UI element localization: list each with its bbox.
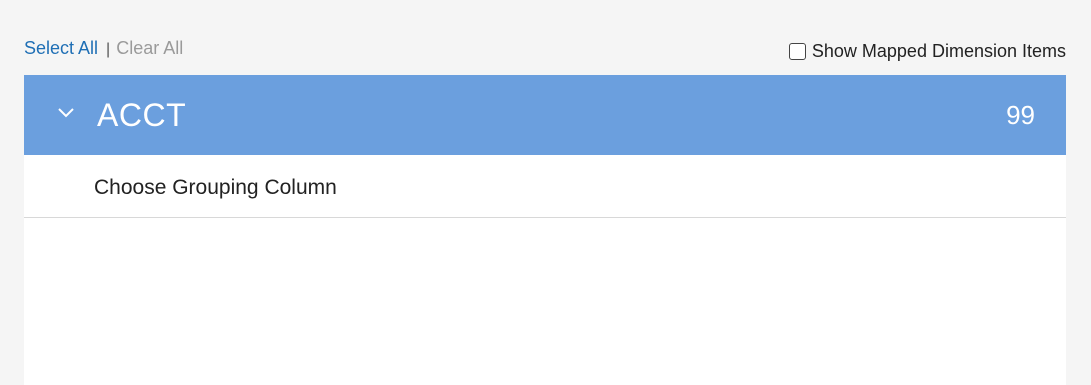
- group-header-acct[interactable]: ACCT 99: [24, 75, 1066, 155]
- group-count-badge: 99: [1006, 100, 1035, 130]
- selection-links: Select All | Clear All: [24, 38, 183, 59]
- selection-toolbar: Select All | Clear All Show Mapped Dimensi…: [24, 36, 1066, 66]
- group-content: Choose Grouping Column: [24, 155, 1066, 385]
- show-mapped-label: Show Mapped Dimension Items: [811, 41, 1066, 61]
- grouping-row-label: Choose Grouping Column: [94, 176, 337, 199]
- clear-all-link[interactable]: Clear All: [116, 38, 183, 58]
- select-all-link[interactable]: Select All: [24, 38, 98, 58]
- show-mapped-toggle[interactable]: Show Mapped Dimension Items: [788, 41, 1066, 62]
- chevron-down-icon[interactable]: [56, 102, 76, 122]
- link-separator: |: [106, 41, 111, 58]
- choose-grouping-column-row[interactable]: Choose Grouping Column: [24, 155, 1066, 218]
- show-mapped-checkbox[interactable]: [788, 43, 806, 60]
- group-title: ACCT: [97, 97, 187, 133]
